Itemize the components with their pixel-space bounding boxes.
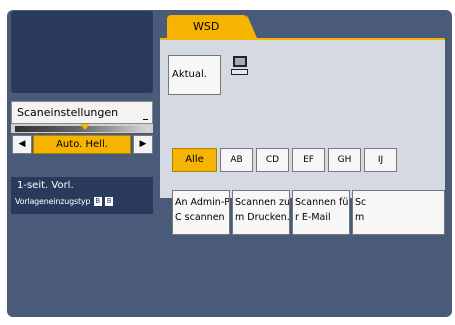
destination-line2: m Drucken. bbox=[235, 212, 290, 223]
destination-line1: Sc bbox=[355, 197, 367, 208]
destination-button[interactable]: An Admin-P C scannen bbox=[172, 190, 230, 235]
refresh-button[interactable]: Aktual. bbox=[168, 55, 221, 95]
filter-tab-label: Alle bbox=[185, 154, 204, 165]
filter-tab-all[interactable]: Alle bbox=[172, 148, 217, 172]
filter-tab-label: AB bbox=[230, 155, 243, 165]
destination-line1: An Admin-P bbox=[175, 197, 230, 208]
triangle-right-icon: ▶ bbox=[139, 139, 147, 149]
duplex-icon: B bbox=[93, 197, 102, 206]
submenu-indicator-icon bbox=[143, 119, 148, 120]
destination-button[interactable]: Sc m bbox=[352, 190, 445, 235]
filter-tab-label: CD bbox=[265, 155, 280, 165]
destination-line1: Scannen zu bbox=[235, 197, 290, 208]
preview-area bbox=[11, 11, 153, 93]
brightness-increase-button[interactable]: ▶ bbox=[133, 135, 153, 154]
filter-tab-label: IJ bbox=[377, 155, 384, 165]
filter-tab-label: EF bbox=[303, 155, 314, 165]
tab-wsd[interactable]: WSD bbox=[167, 15, 257, 38]
destination-button[interactable]: Scannen zu m Drucken. bbox=[232, 190, 290, 235]
scan-settings-button[interactable]: Scaneinstellungen bbox=[11, 101, 153, 124]
destination-line2: r E-Mail bbox=[295, 212, 331, 223]
destination-line1: Scannen fü bbox=[295, 197, 349, 208]
brightness-marker-icon bbox=[80, 124, 90, 130]
destination-line2: C scannen bbox=[175, 212, 225, 223]
computer-icon bbox=[231, 56, 248, 76]
filter-tab-gh[interactable]: GH bbox=[328, 148, 361, 172]
triangle-left-icon: ◀ bbox=[18, 139, 26, 149]
scan-settings-label: Scaneinstellungen bbox=[17, 106, 119, 119]
book-icon: B bbox=[105, 197, 113, 206]
original-feed-label: Vorlageneinzugstyp B B bbox=[15, 197, 113, 206]
filter-tab-label: GH bbox=[337, 155, 352, 165]
auto-brightness-button[interactable]: Auto. Hell. bbox=[33, 135, 131, 154]
destination-button[interactable]: Scannen fü r E-Mail bbox=[292, 190, 350, 235]
filter-tab-ef[interactable]: EF bbox=[292, 148, 325, 172]
destination-line2: m bbox=[355, 212, 365, 223]
tab-wsd-label: WSD bbox=[193, 20, 220, 33]
tab-underline bbox=[160, 38, 445, 40]
refresh-label: Aktual. bbox=[172, 69, 207, 80]
filter-tab-ab[interactable]: AB bbox=[220, 148, 253, 172]
original-feed-text: Vorlageneinzugstyp bbox=[15, 197, 91, 206]
filter-tab-cd[interactable]: CD bbox=[256, 148, 289, 172]
original-settings-button[interactable]: 1-seit. Vorl. Vorlageneinzugstyp B B bbox=[11, 177, 153, 214]
original-sides-label: 1-seit. Vorl. bbox=[17, 180, 74, 191]
brightness-decrease-button[interactable]: ◀ bbox=[12, 135, 32, 154]
auto-brightness-label: Auto. Hell. bbox=[56, 139, 108, 150]
filter-tab-ij[interactable]: IJ bbox=[364, 148, 397, 172]
